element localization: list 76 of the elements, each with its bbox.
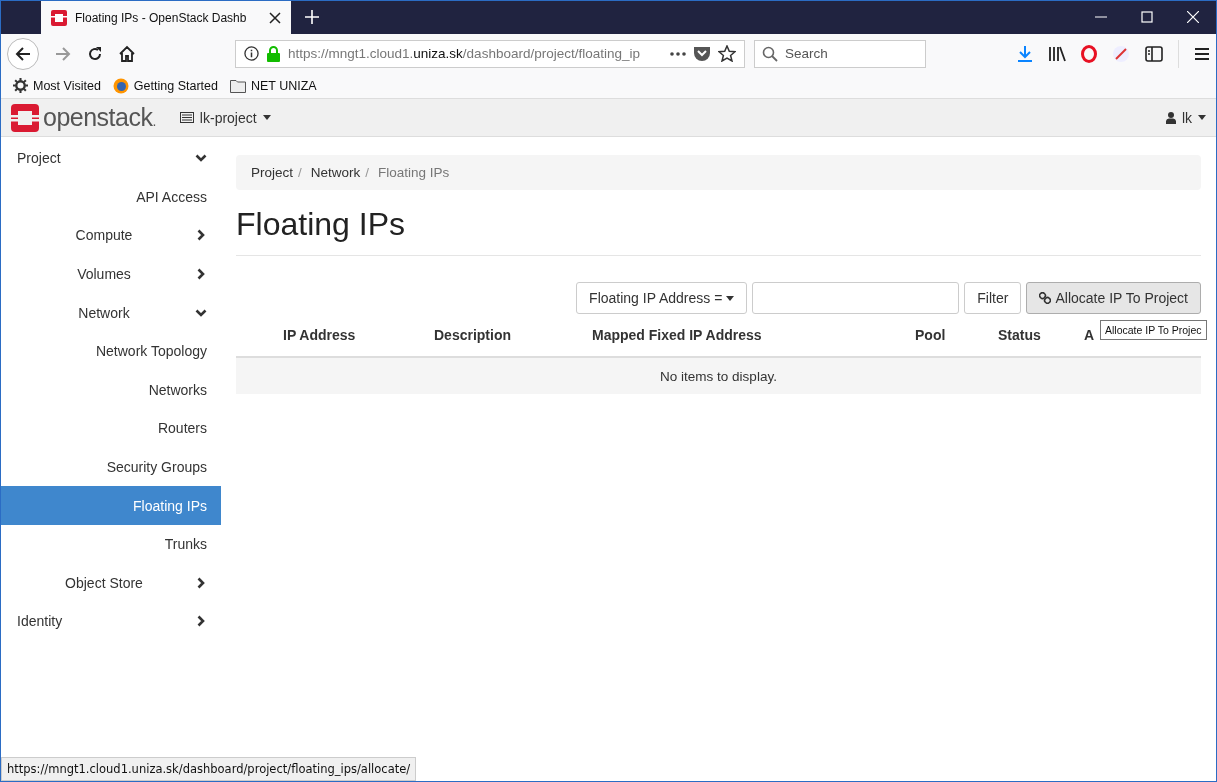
caret-icon <box>262 115 271 120</box>
sidebar-item[interactable]: Security Groups <box>1 447 221 487</box>
column-header[interactable]: Description <box>434 327 592 343</box>
new-tab-icon[interactable] <box>305 10 319 24</box>
close-icon[interactable] <box>269 11 281 24</box>
pocket-icon[interactable] <box>694 46 710 61</box>
sidebar-item[interactable]: Network Topology <box>1 331 221 371</box>
gear-icon <box>13 78 28 93</box>
column-header[interactable]: Mapped Fixed IP Address <box>592 327 915 343</box>
breadcrumb-separator: / <box>365 165 370 180</box>
sidebar-group[interactable]: Network <box>1 293 221 332</box>
back-arrow-icon <box>14 44 32 63</box>
breadcrumb-link[interactable]: Project <box>251 165 294 180</box>
user-dropdown[interactable]: lk <box>1165 109 1206 126</box>
user-icon <box>1165 111 1176 124</box>
column-header[interactable]: Pool <box>915 327 998 343</box>
openstack-logo-icon <box>11 103 39 132</box>
bookmark-item[interactable]: Getting Started <box>112 77 218 94</box>
status-url: https://mngt1.cloud1.uniza.sk/dashboard/project/floating_ips/allocate/ <box>1 757 417 781</box>
sidebar-group[interactable]: Project <box>1 139 221 178</box>
chevron-down-icon <box>195 308 207 317</box>
more-icon[interactable] <box>670 51 686 56</box>
sidebar-group[interactable]: Volumes <box>1 254 221 294</box>
chevron-down-icon <box>195 154 207 163</box>
breadcrumb-link[interactable]: Network <box>310 165 361 180</box>
folder-icon <box>229 78 246 93</box>
chevron-right-icon <box>195 615 207 628</box>
sidebar-icon[interactable] <box>1145 45 1163 62</box>
filter-input[interactable] <box>752 282 960 314</box>
download-icon[interactable] <box>1017 44 1033 63</box>
filter-button[interactable]: Filter <box>964 282 1022 314</box>
globe-icon <box>112 77 129 94</box>
search-field[interactable]: Search <box>754 39 926 68</box>
page-title: Floating IPs <box>236 206 406 243</box>
caret-icon <box>1198 115 1206 120</box>
breadcrumb-separator: / <box>298 165 302 180</box>
breadcrumb-current: Floating IPs <box>378 165 450 180</box>
browser-tab[interactable]: Floating IPs - OpenStack Dashb <box>41 1 291 34</box>
sidebar-item[interactable]: Routers <box>1 409 221 448</box>
column-header[interactable]: IP Address <box>283 327 434 343</box>
sidebar-item[interactable]: Networks <box>1 370 221 410</box>
link-icon <box>1039 292 1052 304</box>
tooltip: Allocate IP To Projec <box>1100 320 1207 340</box>
caret-icon <box>726 295 735 301</box>
sidebar-group[interactable]: Identity <box>1 602 221 641</box>
padlock-icon <box>267 45 280 62</box>
filter-field-dropdown[interactable]: Floating IP Address = <box>576 282 748 314</box>
openstack-logo[interactable]: openstack. <box>11 103 156 132</box>
allocate-ip-button[interactable]: Allocate IP To Project <box>1026 282 1201 314</box>
sidebar-item[interactable]: Floating IPs <box>1 486 221 525</box>
home-icon[interactable] <box>118 44 136 63</box>
library-icon[interactable] <box>1048 45 1066 62</box>
column-header[interactable]: Status <box>998 327 1084 343</box>
sidebar-group[interactable]: Object Store <box>1 563 221 603</box>
maximize-icon[interactable] <box>1141 11 1153 23</box>
server-icon <box>179 112 194 123</box>
empty-table-message: No items to display. <box>236 358 1201 394</box>
ring-icon[interactable] <box>1081 44 1097 63</box>
chevron-right-icon <box>195 268 207 281</box>
url-text: https://mngt1.cloud1.uniza.sk/dashboard/project/floating_ip <box>288 46 641 61</box>
menu-icon[interactable] <box>1194 46 1210 61</box>
reload-icon[interactable] <box>87 45 103 62</box>
sidebar-item[interactable]: API Access <box>1 177 221 217</box>
bookmark-item[interactable]: Most Visited <box>13 78 101 93</box>
chevron-right-icon <box>195 229 207 242</box>
info-icon[interactable] <box>244 46 259 61</box>
forward-icon[interactable] <box>54 44 72 63</box>
chevron-right-icon <box>195 576 207 589</box>
openstack-logo-icon <box>51 9 67 26</box>
back-button[interactable] <box>7 37 39 70</box>
bookmark-item[interactable]: NET UNIZA <box>229 78 317 93</box>
sidebar-group[interactable]: Compute <box>1 216 221 255</box>
star-icon[interactable] <box>718 45 736 62</box>
project-dropdown[interactable]: lk-project <box>179 109 271 126</box>
address-bar[interactable]: https://mngt1.cloud1.uniza.sk/dashboard/project/floating_ip <box>235 39 745 68</box>
sidebar-item[interactable]: Trunks <box>1 524 221 564</box>
